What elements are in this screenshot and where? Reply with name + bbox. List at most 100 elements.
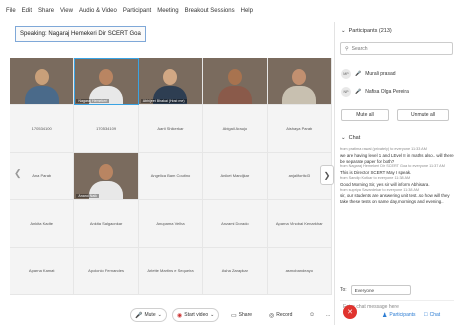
participant-tile[interactable]: Aishaya Parab <box>267 105 332 153</box>
menu-audio-video[interactable]: Audio & Video <box>79 8 117 14</box>
chevron-down-icon: ⌄ <box>157 312 162 318</box>
participant-tile-name: Abhijeet Bhakai (Host me) <box>140 99 187 104</box>
participant-tile[interactable]: Aparna Vinobai Kenarkhar <box>267 200 332 248</box>
participant-tile[interactable]: Aparna Kamat <box>10 247 75 295</box>
chat-message-text: we are having level 1 and LEvel II in ma… <box>340 152 454 164</box>
microphone-icon: 🎤 <box>135 312 143 319</box>
chevron-down-icon: ⌄ <box>341 28 346 34</box>
participant-tile-name: Asha Zarapkar <box>221 268 248 274</box>
participant-tile-name: Nagaraj Hemekeri <box>76 99 110 104</box>
more-options-button[interactable]: ... <box>322 308 334 322</box>
chat-bubble-icon: □ <box>424 312 428 318</box>
participant-tile[interactable]: 170534109 <box>74 105 139 153</box>
participant-tile[interactable]: Arlette Martins e Sequeira <box>138 247 204 295</box>
participant-tile[interactable]: Angelica Bam Coutino <box>138 152 204 201</box>
share-button[interactable]: ▭ Share <box>227 308 256 322</box>
video-grid: Nagaraj Hemekeri Abhijeet Bhakai (Host me… <box>10 58 332 295</box>
participant-tile-name: Anzami Dorado <box>221 220 249 226</box>
mute-label: Mute <box>144 312 156 318</box>
leave-meeting-button[interactable]: ✕ <box>343 305 357 319</box>
participant-video-tile[interactable]: Nagaraj Hemekeri <box>74 58 139 106</box>
chat-message-text: sir, our students are answering unit tes… <box>340 193 450 205</box>
participants-header[interactable]: ⌄ Participants (213) <box>341 28 392 34</box>
menu-view[interactable]: View <box>60 8 73 14</box>
participant-tile-name: Aniket Mandjkar <box>220 173 250 179</box>
menu-meeting[interactable]: Meeting <box>157 8 178 14</box>
participant-tile[interactable]: Abigail Araujo <box>203 105 268 153</box>
share-label: Share <box>238 312 253 318</box>
chat-header[interactable]: ⌄ Chat <box>341 135 360 141</box>
participant-tile-name: Apolonio Fernandes <box>88 268 124 274</box>
participant-search-input[interactable]: ⚲ Search <box>340 42 453 55</box>
speaking-indicator: Speaking: Nagaraj Hemekeri Dir SCERT Goa <box>15 26 146 42</box>
participant-tile[interactable]: Anzami Dorado <box>203 200 268 248</box>
share-screen-icon: ▭ <box>231 312 237 319</box>
participant-tile-name: asmobandeayo <box>285 268 313 274</box>
menu-breakout-sessions[interactable]: Breakout Sessions <box>185 8 235 14</box>
participant-row[interactable]: NP 🎤 Nafisa Olga Pereira <box>341 86 409 98</box>
participant-tile[interactable]: Anupama Velha <box>138 200 204 248</box>
participant-tile[interactable]: 170534100 <box>10 105 75 153</box>
chat-log: from pratima rawal (privately) to everyo… <box>340 147 454 269</box>
participant-video-tile[interactable] <box>203 58 268 106</box>
participant-tile-name: Abigail Araujo <box>222 126 248 132</box>
chat-recipient-row: To: Everyone <box>340 284 454 296</box>
meeting-toolbar: 🎤 Mute ⌄ ◉ Start video ⌄ ▭ Share ◎ Recor… <box>0 305 457 325</box>
next-page-button[interactable]: ❯ <box>320 165 334 185</box>
participant-tile-name: Ana Parab <box>32 173 52 179</box>
chat-title: Chat <box>348 135 361 141</box>
participant-tile-name: 170534100 <box>31 126 52 132</box>
start-video-button[interactable]: ◉ Start video ⌄ <box>172 308 220 322</box>
avatar: MP <box>341 69 351 79</box>
menu-share[interactable]: Share <box>38 8 54 14</box>
smiley-icon: ☺ <box>309 312 316 318</box>
start-video-label: Start video <box>184 312 209 318</box>
participant-video-tile[interactable]: Anand Naik <box>74 152 139 201</box>
participant-video-tile[interactable] <box>10 58 75 106</box>
participant-tile-name: Aishaya Parab <box>286 126 313 132</box>
search-placeholder: Search <box>351 45 368 52</box>
participant-tile-name: Aarti Shikerkar <box>157 126 184 132</box>
mute-all-button[interactable]: Mute all <box>341 109 389 121</box>
unmute-all-button[interactable]: Unmute all <box>397 109 449 121</box>
menu-participant[interactable]: Participant <box>123 8 151 14</box>
mute-button[interactable]: 🎤 Mute ⌄ <box>130 308 167 322</box>
record-icon: ◎ <box>269 312 275 319</box>
participant-tile-name: Angelica Bam Coutino <box>150 173 191 179</box>
participant-tile[interactable]: Aarti Shikerkar <box>138 105 204 153</box>
participant-tile[interactable]: Ankita Kadte <box>10 200 75 248</box>
participant-video-feed <box>217 69 252 105</box>
search-icon: ⚲ <box>345 45 349 52</box>
participant-tile-name: Arlette Martins e Sequeira <box>147 268 194 274</box>
participant-tile-name: 170534109 <box>96 126 117 132</box>
participants-label: Participants <box>389 312 416 318</box>
chat-button[interactable]: □ Chat <box>420 308 444 322</box>
participant-tile[interactable]: asmobandeayo <box>267 247 332 295</box>
menu-file[interactable]: File <box>6 8 16 14</box>
participant-tile[interactable]: Aniket Mandjkar <box>203 152 268 201</box>
prev-page-icon[interactable]: ❮ <box>14 168 22 179</box>
participant-row[interactable]: MP 🎤 Murali prasad <box>341 68 396 80</box>
participant-tile-name: Aparna Vinobai Kenarkhar <box>275 220 323 226</box>
participant-tile[interactable]: Apolonio Fernandes <box>74 247 139 295</box>
more-label: ... <box>326 312 331 318</box>
participant-tile-name: Aparna Kamat <box>28 268 55 274</box>
participant-tile[interactable]: Asha Zarapkar <box>203 247 268 295</box>
participant-video-tile[interactable] <box>267 58 332 106</box>
participants-button[interactable]: ♟ Participants <box>378 308 420 322</box>
side-panel: ⌄ Participants (213) ⚲ Search MP 🎤 Mural… <box>334 22 457 325</box>
reactions-button[interactable]: ☺ <box>305 308 319 322</box>
participant-tile-name: Ankita Kadte <box>30 220 54 226</box>
menu-help[interactable]: Help <box>241 8 253 14</box>
participant-tile[interactable]: Ankita Salgaonkar <box>74 200 139 248</box>
chevron-down-icon: ⌄ <box>341 135 346 141</box>
menu-bar: File Edit Share View Audio & Video Parti… <box>0 0 332 22</box>
recipient-select[interactable]: Everyone <box>350 285 411 295</box>
participant-tile-name: Anupama Velha <box>156 220 185 226</box>
chat-label: Chat <box>429 312 441 318</box>
participant-video-tile[interactable]: Abhijeet Bhakai (Host me) <box>138 58 204 106</box>
microphone-muted-icon: 🎤 <box>355 89 362 95</box>
record-button[interactable]: ◎ Record <box>265 308 296 322</box>
participants-title: Participants (213) <box>348 28 392 34</box>
menu-edit[interactable]: Edit <box>22 8 32 14</box>
